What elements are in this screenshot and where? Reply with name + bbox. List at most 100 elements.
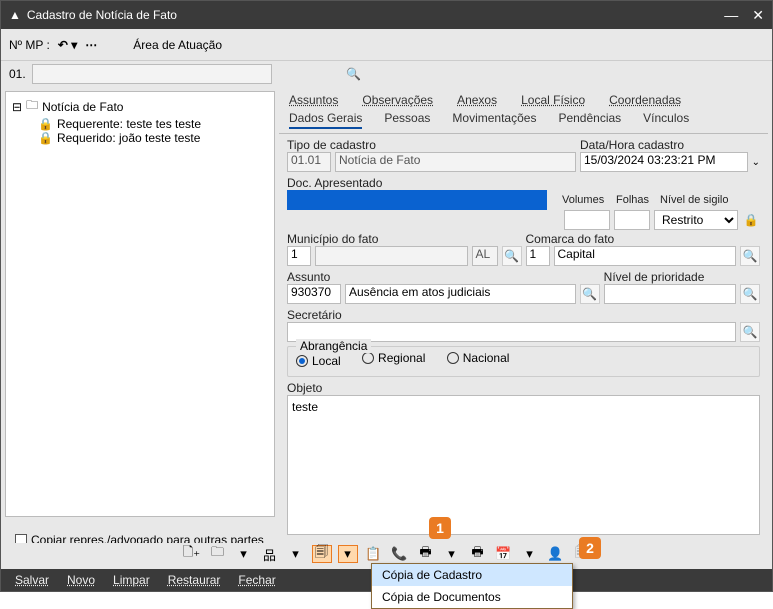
- tab-movimentacoes[interactable]: Movimentações: [452, 111, 536, 129]
- radio-local[interactable]: Local: [296, 354, 341, 368]
- datahora-field[interactable]: 15/03/2024 03:23:21 PM: [580, 152, 748, 172]
- calendar-dropdown-icon[interactable]: ▾: [520, 545, 540, 563]
- menu-copia-cadastro[interactable]: Cópia de Cadastro: [372, 564, 572, 586]
- app-window: ▲ Cadastro de Notícia de Fato — ✕ Nº MP …: [0, 0, 773, 592]
- add-page-icon[interactable]: 🗋₊: [182, 545, 202, 563]
- tree-child2-label: Requerido: joão teste teste: [57, 131, 200, 145]
- volumes-field[interactable]: [564, 210, 610, 230]
- area-label: Área de Atuação: [133, 38, 222, 52]
- tab-anexos[interactable]: Anexos: [457, 93, 497, 107]
- print2-icon[interactable]: 🖶: [468, 545, 488, 563]
- tree-child-requerente[interactable]: 🔒 Requerente: teste tes teste: [38, 117, 268, 131]
- tab-dados-gerais[interactable]: Dados Gerais: [289, 111, 362, 129]
- radio-regional[interactable]: Regional: [362, 351, 425, 365]
- toolbar-icons: 🗋₊ 🗀 ▾ 品 ▾ 🗐 ▾ 📋 📞 🖶 ▾ 🖶 📅 ▾ 👤 🗐: [1, 543, 772, 565]
- municipio-label: Município do fato: [287, 232, 522, 246]
- assunto-label: Assunto: [287, 270, 600, 284]
- radio-nacional[interactable]: Nacional: [447, 351, 510, 365]
- user-icon[interactable]: 👤: [546, 545, 566, 563]
- calendar-icon[interactable]: 📅: [494, 545, 514, 563]
- folder-icon: 🗀: [26, 96, 38, 117]
- new-button[interactable]: Novo: [67, 573, 95, 587]
- app-icon: ▲: [9, 8, 21, 22]
- comarca-code[interactable]: 1: [526, 246, 550, 266]
- id-row: 01. 🔍: [1, 61, 772, 87]
- abrangencia-group: Abrangência Local Regional Nacional: [287, 346, 760, 377]
- tree-collapse-icon[interactable]: ⊟: [12, 100, 22, 114]
- municipio-code[interactable]: 1: [287, 246, 311, 266]
- tree-icon[interactable]: 品: [260, 545, 280, 563]
- municipio-search-button[interactable]: 🔍: [502, 246, 522, 266]
- tab-pessoas[interactable]: Pessoas: [384, 111, 430, 129]
- tipo-cadastro-label: Tipo de cadastro: [287, 138, 576, 152]
- search-icon[interactable]: 🔍: [344, 64, 364, 84]
- tipo-cadastro-desc: Notícia de Fato: [335, 152, 576, 172]
- assunto-desc[interactable]: Ausência em atos judiciais: [345, 284, 576, 304]
- phone-icon[interactable]: 📞: [390, 545, 410, 563]
- prioridade-label: Nível de prioridade: [604, 270, 760, 284]
- municipio-desc: [315, 246, 468, 266]
- tab-pendencias[interactable]: Pendências: [558, 111, 621, 129]
- comarca-desc[interactable]: Capital: [554, 246, 737, 266]
- print-icon[interactable]: 🖶: [416, 545, 436, 563]
- titlebar: ▲ Cadastro de Notícia de Fato — ✕: [1, 1, 772, 29]
- assunto-code[interactable]: 930370: [287, 284, 341, 304]
- menu-copia-documentos[interactable]: Cópia de Documentos: [372, 586, 572, 608]
- tree-root-label: Notícia de Fato: [42, 100, 123, 114]
- doc-apresentado-field[interactable]: [287, 190, 547, 210]
- tree-child-requerido[interactable]: 🔒 Requerido: joão teste teste: [38, 131, 268, 145]
- volumes-label: Volumes: [562, 194, 612, 206]
- tree-panel[interactable]: ⊟ 🗀 Notícia de Fato 🔒 Requerente: teste …: [5, 91, 275, 517]
- objeto-label: Objeto: [287, 381, 760, 395]
- datahora-dropdown-icon[interactable]: ⌄: [752, 157, 760, 168]
- tab-coordenadas[interactable]: Coordenadas: [609, 93, 681, 107]
- prioridade-field[interactable]: [604, 284, 736, 304]
- copy-register-icon[interactable]: 🗐: [312, 545, 332, 563]
- tab-local-fisico[interactable]: Local Físico: [521, 93, 585, 107]
- tree-dropdown-icon[interactable]: ▾: [286, 545, 306, 563]
- close-button[interactable]: ✕: [752, 7, 764, 24]
- abrangencia-label: Abrangência: [296, 339, 371, 353]
- tabs-row-bottom: Dados Gerais Pessoas Movimentações Pendê…: [279, 109, 768, 134]
- folder-icon[interactable]: 🗀: [208, 545, 228, 563]
- tree-root[interactable]: ⊟ 🗀 Notícia de Fato: [12, 96, 268, 117]
- comarca-label: Comarca do fato: [526, 232, 761, 246]
- print-dropdown-icon[interactable]: ▾: [442, 545, 462, 563]
- folder-dropdown-icon[interactable]: ▾: [234, 545, 254, 563]
- copy-register-dropdown-icon[interactable]: ▾: [338, 545, 358, 563]
- copy-dropdown-menu: Cópia de Cadastro Cópia de Documentos: [371, 563, 573, 609]
- prioridade-search-button[interactable]: 🔍: [740, 284, 760, 304]
- tabs-row-top: Assuntos Observações Anexos Local Físico…: [279, 91, 768, 109]
- clipboard-icon[interactable]: 📋: [364, 545, 384, 563]
- nmp-label: Nº MP :: [9, 38, 50, 52]
- secretario-search-button[interactable]: 🔍: [740, 322, 760, 342]
- objeto-textarea[interactable]: teste: [287, 395, 760, 535]
- comarca-search-button[interactable]: 🔍: [740, 246, 760, 266]
- municipio-uf: AL: [472, 246, 498, 266]
- sigilo-label: Nível de sigilo: [660, 194, 760, 206]
- lock-icon: 🔒: [38, 131, 53, 145]
- close-button-bottom[interactable]: Fechar: [238, 573, 275, 587]
- id-field[interactable]: [32, 64, 272, 84]
- lock-icon: 🔒: [38, 117, 53, 131]
- minimize-button[interactable]: —: [724, 7, 738, 24]
- tab-vinculos[interactable]: Vínculos: [643, 111, 689, 129]
- tab-assuntos[interactable]: Assuntos: [289, 93, 338, 107]
- clear-button[interactable]: Limpar: [113, 573, 150, 587]
- tipo-cadastro-code: 01.01: [287, 152, 331, 172]
- id-prefix: 01.: [9, 67, 26, 81]
- form-panel: Assuntos Observações Anexos Local Físico…: [279, 91, 768, 517]
- doc-apresentado-label: Doc. Apresentado: [287, 176, 760, 190]
- callout-1: 1: [429, 517, 451, 539]
- folhas-field[interactable]: [614, 210, 650, 230]
- callout-2: 2: [579, 537, 601, 559]
- more-icon[interactable]: ⋯: [85, 38, 97, 52]
- assunto-search-button[interactable]: 🔍: [580, 284, 600, 304]
- save-button[interactable]: Salvar: [15, 573, 49, 587]
- secretario-label: Secretário: [287, 308, 760, 322]
- sigilo-select[interactable]: Restrito: [654, 210, 738, 230]
- tab-observacoes[interactable]: Observações: [362, 93, 433, 107]
- restore-button[interactable]: Restaurar: [168, 573, 221, 587]
- datahora-label: Data/Hora cadastro: [580, 138, 760, 152]
- undo-icon[interactable]: ↶ ▾: [58, 38, 77, 52]
